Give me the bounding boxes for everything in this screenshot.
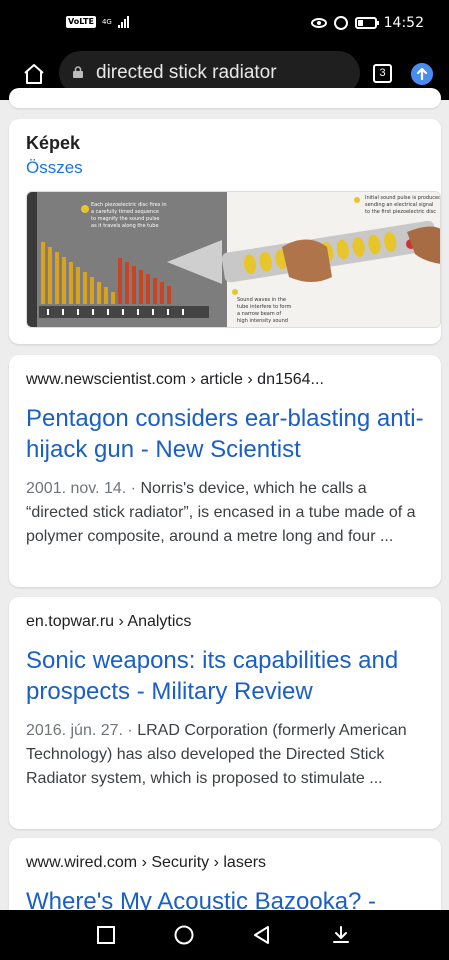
result-date: 2016. jún. 27. [26,722,123,739]
svg-text:a narrow beam of: a narrow beam of [237,311,281,317]
svg-text:Each piezoelectric disc fires: Each piezoelectric disc fires in [91,202,167,208]
volte-badge: VoLTE [66,16,96,28]
result-snippet: 2001. nov. 14. · Norris's device, which … [26,477,431,549]
eye-icon [310,18,327,28]
svg-text:to magnify the sound pulse: to magnify the sound pulse [91,216,159,222]
svg-text:Initial sound pulse is produce: Initial sound pulse is produced [365,195,441,201]
search-result-card[interactable]: en.topwar.ru › Analytics Sonic weapons: … [9,597,441,829]
home-circle-icon[interactable] [173,924,195,946]
home-icon[interactable] [22,62,46,86]
notification-pull-icon[interactable] [330,924,352,946]
svg-text:tube interfere to form: tube interfere to form [237,304,291,310]
result-snippet: 2016. jún. 27. · LRAD Corporation (forme… [26,719,431,791]
svg-text:as it travels along the tube: as it travels along the tube [91,223,159,229]
svg-text:high intensity sound: high intensity sound [237,318,288,324]
svg-text:sending an electrical signal: sending an electrical signal [365,202,433,208]
signal-icon [117,16,129,28]
svg-text:Sound waves in the: Sound waves in the [237,297,286,303]
svg-text:to the first piezoelectric dis: to the first piezoelectric disc [365,209,436,215]
network-type: 4G [101,17,112,26]
result-breadcrumb: en.topwar.ru › Analytics [26,613,192,630]
clock: 14:52 [383,15,424,31]
directed-stick-radiator-illustration: Each piezoelectric disc fires in a caref… [27,192,441,327]
back-icon[interactable] [251,924,273,946]
result-breadcrumb: www.newscientist.com › article › dn1564.… [26,371,324,388]
images-heading: Képek [26,133,81,153]
result-separator: · [126,480,141,497]
recent-apps-icon[interactable] [95,924,117,946]
result-title-link[interactable]: Pentagon considers ear-blasting anti-hij… [26,403,431,465]
update-arrow-icon[interactable] [411,63,433,85]
image-thumbnail[interactable]: Each piezoelectric disc fires in a caref… [26,191,441,328]
result-separator: · [122,722,138,739]
result-date: 2001. nov. 14. [26,480,127,497]
tab-switcher-button[interactable]: 3 [373,64,392,83]
images-all-link[interactable]: Összes [26,158,83,178]
result-breadcrumb: www.wired.com › Security › lasers [26,854,267,871]
lock-icon [73,66,83,78]
battery-icon [354,17,379,29]
status-bar: VoLTE 4G 14:52 [0,0,449,50]
url-text: directed stick radiator [96,62,277,83]
search-result-card[interactable]: www.newscientist.com › article › dn1564.… [9,355,441,587]
previous-card-edge [9,88,441,108]
system-navigation-bar [0,910,449,960]
svg-text:a carefully timed sequence: a carefully timed sequence [91,209,159,215]
status-right: 14:52 [310,15,424,31]
result-title-link[interactable]: Sonic weapons: its capabilities and pros… [26,645,431,707]
status-left: VoLTE 4G [66,16,129,28]
alarm-icon [333,16,348,30]
images-card: Képek Összes Each piezoelectric disc fir… [9,119,441,344]
